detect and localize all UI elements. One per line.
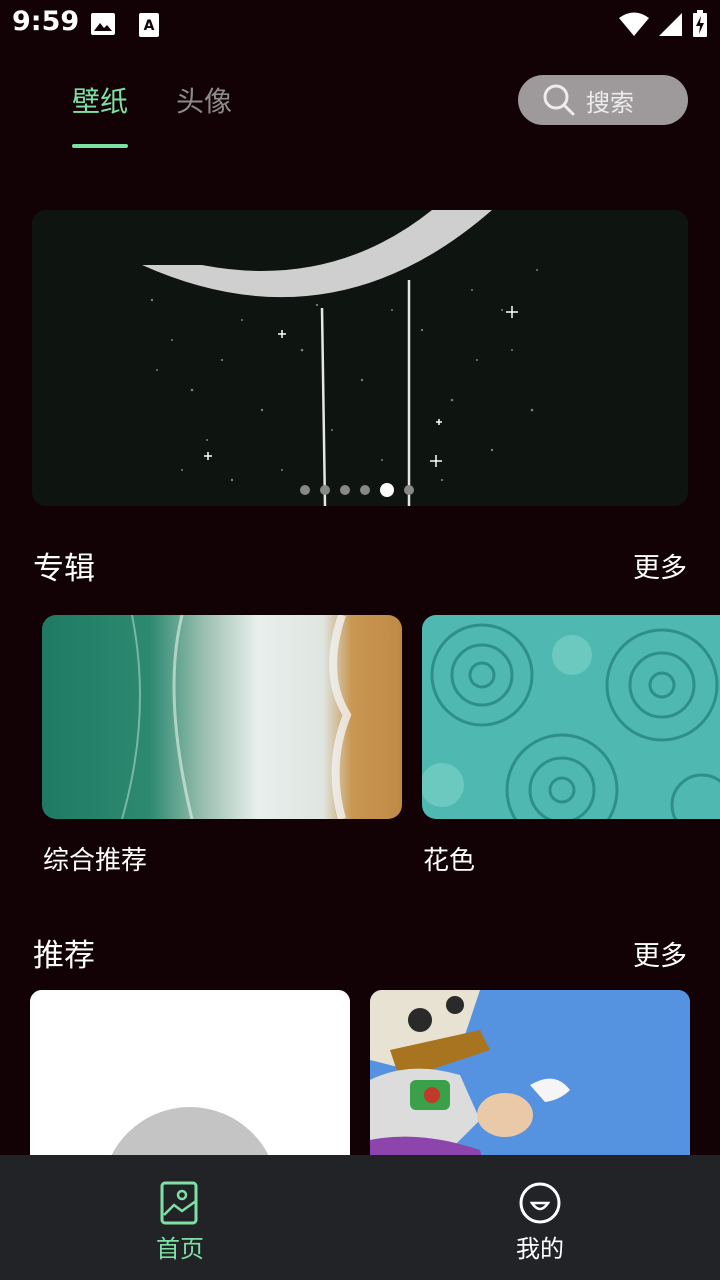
battery-icon (693, 10, 707, 37)
album-section-title: 专辑 (33, 551, 95, 587)
status-bar: 9:59 A (0, 0, 720, 50)
moon-banner-image (32, 210, 688, 506)
album-more-link[interactable]: 更多 (633, 546, 687, 585)
beach-album-image (42, 615, 402, 819)
home-image-icon (160, 1181, 198, 1225)
status-time: 9:59 (12, 6, 80, 37)
carousel-dot (404, 485, 414, 495)
svg-text:A: A (144, 18, 155, 34)
recommend-section-title: 推荐 (33, 938, 95, 974)
album-label-recommended: 综合推荐 (43, 846, 148, 876)
carousel-dot (300, 485, 310, 495)
nav-profile-label: 我的 (516, 1235, 564, 1263)
carousel-dot (320, 485, 330, 495)
wifi-icon (619, 12, 649, 36)
image-notification-icon (91, 13, 115, 35)
nav-profile[interactable]: 我的 (360, 1155, 720, 1280)
app-notification-icon: A (139, 13, 159, 37)
tab-wallpaper[interactable]: 壁纸 (72, 80, 129, 148)
banner-carousel[interactable] (32, 210, 688, 506)
carousel-dot (340, 485, 350, 495)
search-label: 搜索 (586, 88, 634, 117)
search-icon (543, 84, 575, 116)
roses-album-image (422, 615, 720, 819)
signal-icon (659, 13, 682, 36)
album-label-floral: 花色 (423, 846, 476, 876)
search-button[interactable]: 搜索 (518, 75, 688, 125)
recommend-more-link[interactable]: 更多 (633, 934, 687, 973)
nav-home[interactable]: 首页 (0, 1155, 360, 1280)
carousel-dot-active (380, 483, 394, 497)
top-tabs: 壁纸 头像 (72, 80, 232, 148)
carousel-indicator (300, 483, 414, 497)
album-card-flowers[interactable] (422, 615, 720, 819)
smiley-face-icon (519, 1182, 561, 1224)
bottom-navigation: 首页 我的 (0, 1155, 720, 1280)
album-card-beach[interactable] (42, 615, 402, 819)
nav-home-label: 首页 (156, 1235, 204, 1263)
tab-avatar[interactable]: 头像 (176, 80, 232, 140)
carousel-dot (360, 485, 370, 495)
